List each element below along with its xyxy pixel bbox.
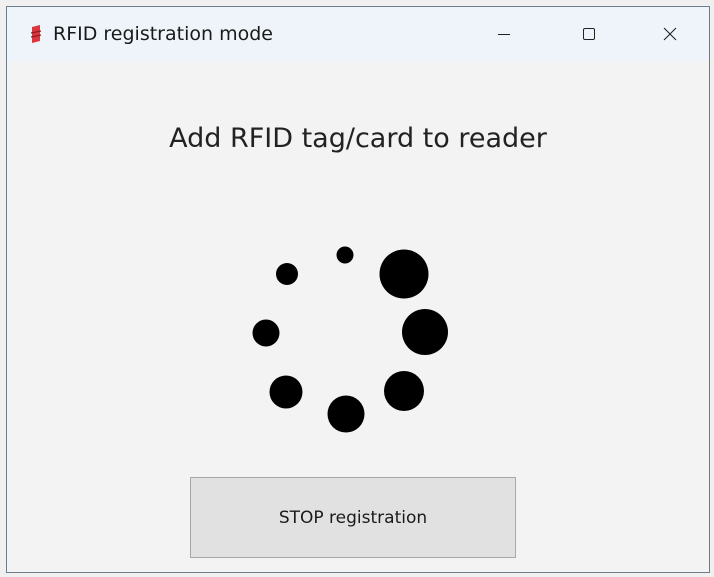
spinner-dot [379,249,429,299]
minimize-icon [498,34,510,35]
title-bar[interactable]: RFID registration mode [7,7,709,61]
app-window: RFID registration mode Add RFID tag/card… [6,6,710,573]
spinner-dot [269,375,303,409]
stop-registration-button[interactable]: STOP registration [190,477,516,558]
registration-prompt: Add RFID tag/card to reader [169,123,547,154]
spinner-dot [384,371,424,411]
maximize-icon [583,28,595,40]
maximize-button[interactable] [566,7,612,61]
close-button[interactable] [647,7,693,61]
spinner-dot [327,395,365,433]
spinner-dot [402,309,448,355]
close-icon [663,27,677,41]
window-title: RFID registration mode [53,23,273,45]
spinner-dot [252,319,280,347]
rfid-app-icon [30,25,42,43]
spinner-dot [336,246,354,264]
spinner-dot [276,263,298,285]
loading-spinner [252,246,448,433]
minimize-button[interactable] [481,7,527,61]
